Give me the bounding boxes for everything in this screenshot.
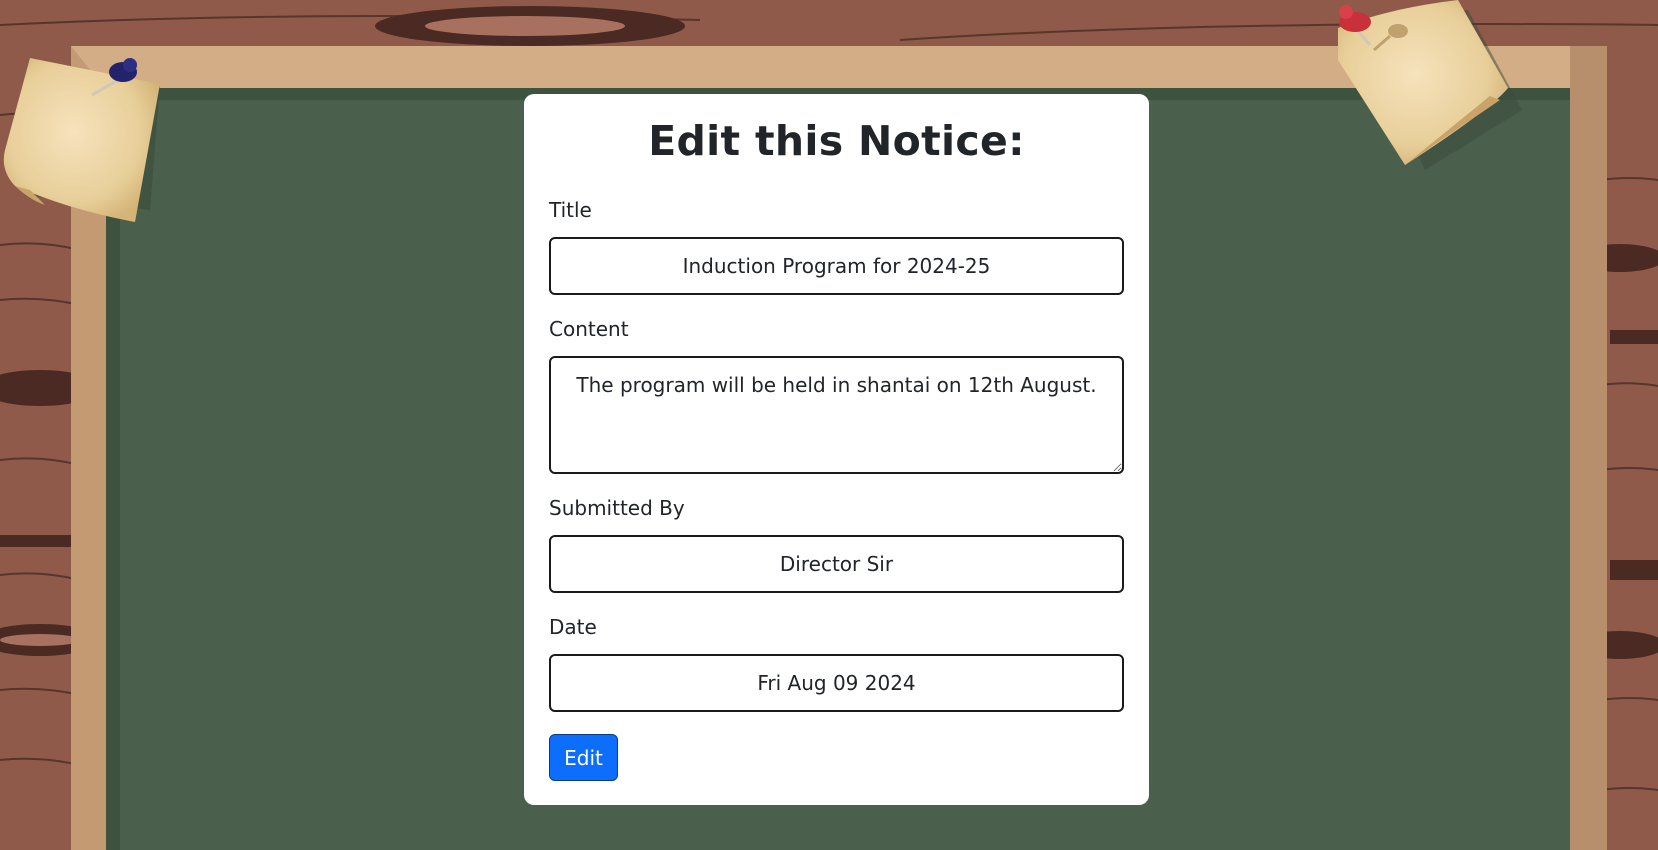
submitted-by-input[interactable] xyxy=(549,535,1124,593)
date-label: Date xyxy=(549,615,597,639)
edit-notice-card: Edit this Notice: Title Content The prog… xyxy=(524,94,1149,805)
date-input[interactable] xyxy=(549,654,1124,712)
title-input[interactable] xyxy=(549,237,1124,295)
edit-button[interactable]: Edit xyxy=(549,734,618,781)
submitted-by-label: Submitted By xyxy=(549,496,685,520)
title-label: Title xyxy=(549,198,592,222)
content-textarea[interactable]: The program will be held in shantai on 1… xyxy=(549,356,1124,474)
content-label: Content xyxy=(549,317,629,341)
page-title: Edit this Notice: xyxy=(648,117,1025,165)
notice-board-scene: Edit this Notice: Title Content The prog… xyxy=(0,0,1658,850)
